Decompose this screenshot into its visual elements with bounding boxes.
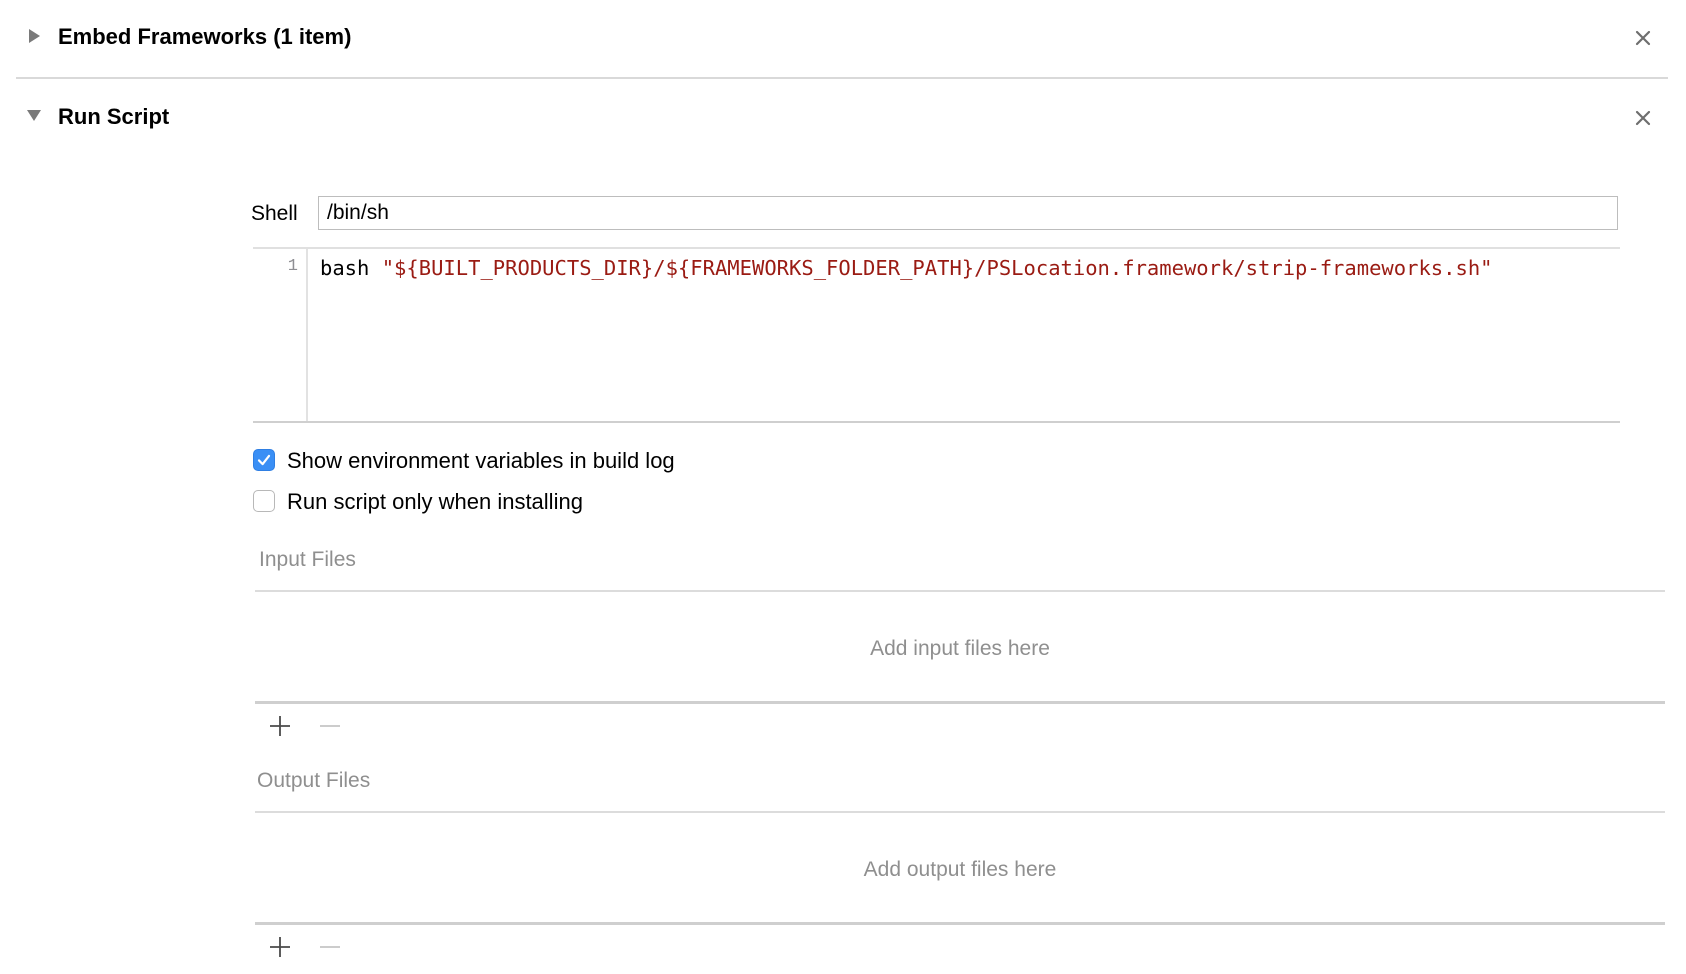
script-command: bash bbox=[320, 256, 382, 280]
run-only-installing-label: Run script only when installing bbox=[287, 489, 583, 514]
minus-icon[interactable] bbox=[318, 714, 342, 738]
minus-icon[interactable] bbox=[318, 935, 342, 959]
script-editor[interactable]: 1 bash "${BUILT_PRODUCTS_DIR}/${FRAMEWOR… bbox=[253, 247, 1620, 423]
phase-divider bbox=[16, 77, 1668, 79]
input-files-label: Input Files bbox=[259, 548, 356, 571]
shell-label: Shell bbox=[251, 202, 298, 225]
embed-frameworks-phase-header: Embed Frameworks (1 item) bbox=[0, 18, 1686, 58]
input-files-placeholder: Add input files here bbox=[870, 637, 1050, 660]
show-env-vars-checkbox[interactable] bbox=[253, 449, 275, 471]
output-files-list[interactable]: Add output files here bbox=[255, 811, 1665, 925]
disclosure-triangle-right-icon[interactable] bbox=[26, 28, 42, 44]
input-files-list[interactable]: Add input files here bbox=[255, 590, 1665, 704]
shell-input[interactable] bbox=[318, 196, 1618, 230]
run-script-phase-header: Run Script bbox=[0, 98, 1686, 138]
disclosure-triangle-down-icon[interactable] bbox=[26, 107, 42, 123]
plus-icon[interactable] bbox=[268, 714, 292, 738]
run-script-title[interactable]: Run Script bbox=[58, 104, 169, 130]
run-only-installing-checkbox[interactable] bbox=[253, 490, 275, 512]
output-files-label: Output Files bbox=[257, 769, 371, 792]
plus-icon[interactable] bbox=[268, 935, 292, 959]
line-number-gutter: 1 bbox=[253, 249, 308, 421]
close-x-icon[interactable] bbox=[1634, 29, 1652, 47]
show-env-vars-label: Show environment variables in build log bbox=[287, 448, 675, 473]
line-number: 1 bbox=[287, 257, 298, 276]
close-x-icon[interactable] bbox=[1634, 109, 1652, 127]
script-string-argument: "${BUILT_PRODUCTS_DIR}/${FRAMEWORKS_FOLD… bbox=[381, 256, 1493, 280]
embed-frameworks-title[interactable]: Embed Frameworks (1 item) bbox=[58, 24, 351, 50]
output-files-placeholder: Add output files here bbox=[863, 858, 1057, 881]
script-line[interactable]: bash "${BUILT_PRODUCTS_DIR}/${FRAMEWORKS… bbox=[320, 253, 1493, 283]
build-phases-panel: Embed Frameworks (1 item) Run Script She… bbox=[0, 0, 1686, 974]
